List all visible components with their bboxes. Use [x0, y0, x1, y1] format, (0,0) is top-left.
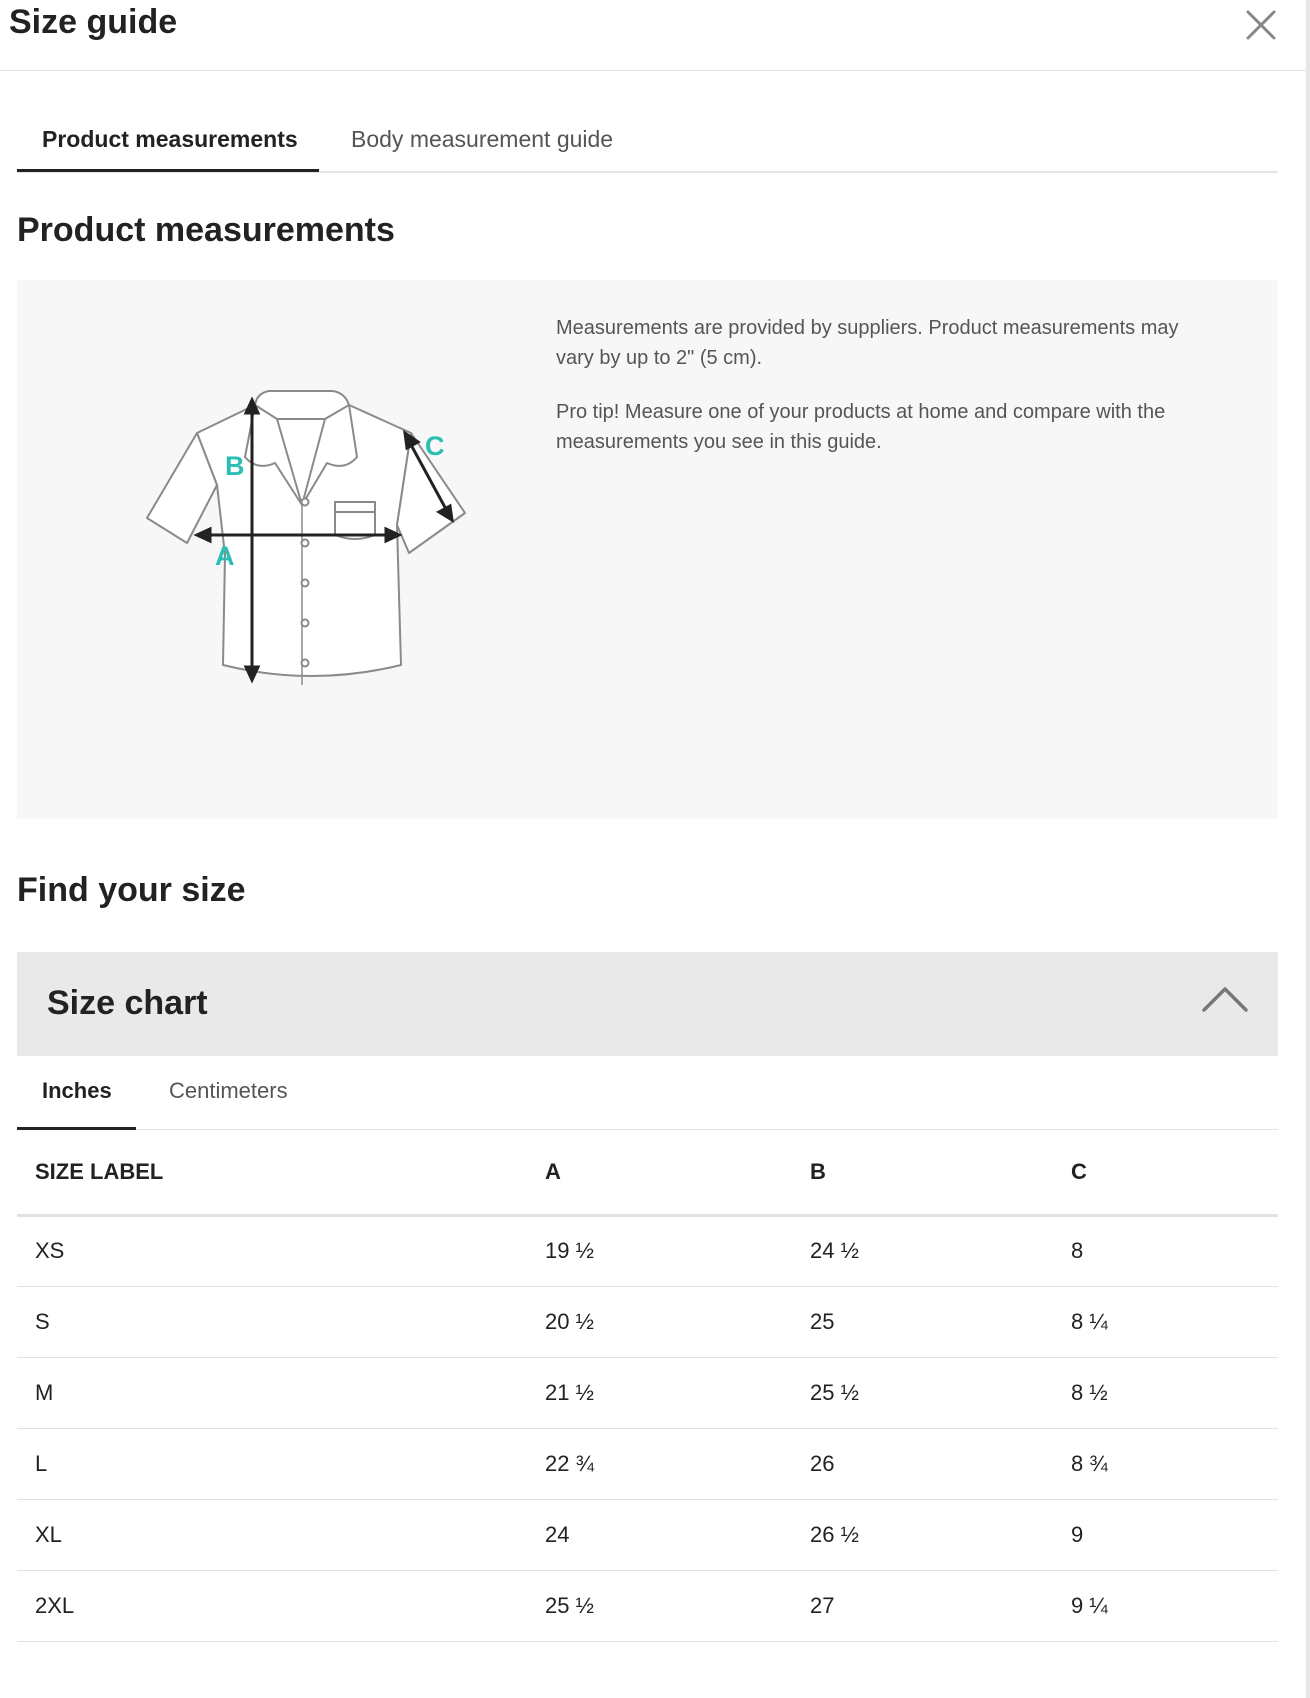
- active-unit-indicator: [17, 1127, 136, 1130]
- measurement-b-cell: 25 ½: [792, 1357, 1053, 1429]
- measurement-c-cell: 8 ¾: [1053, 1428, 1278, 1500]
- measurement-info-panel: B A C Measurements are provided by suppl…: [17, 280, 1278, 819]
- measurement-notes: Measurements are provided by suppliers. …: [556, 313, 1216, 481]
- supplier-note: Measurements are provided by suppliers. …: [556, 317, 1179, 369]
- measurement-a-cell: 19 ½: [527, 1215, 792, 1287]
- table-row: M 21 ½ 25 ½ 8 ½: [17, 1357, 1278, 1429]
- table-header-row: SIZE LABEL A B C: [17, 1131, 1278, 1217]
- guide-tabs: Product measurements Body measurement gu…: [17, 71, 1278, 173]
- size-label-cell: XS: [17, 1215, 527, 1287]
- table-row: XS 19 ½ 24 ½ 8: [17, 1215, 1278, 1287]
- active-tab-indicator: [17, 169, 319, 172]
- size-chart-table: SIZE LABEL A B C XS 19 ½ 24 ½ 8 S 20 ½ 2…: [17, 1131, 1278, 1642]
- size-label-cell: M: [17, 1357, 527, 1429]
- find-your-size-heading: Find your size: [17, 871, 246, 909]
- measurement-b-cell: 27: [792, 1570, 1053, 1642]
- size-label-cell: XL: [17, 1499, 527, 1571]
- measurement-c-cell: 8: [1053, 1215, 1278, 1287]
- size-label-cell: 2XL: [17, 1570, 527, 1642]
- scroll-edge: [1306, 0, 1310, 1698]
- size-label-cell: S: [17, 1286, 527, 1358]
- table-row: L 22 ¾ 26 8 ¾: [17, 1428, 1278, 1500]
- column-header: A: [527, 1131, 792, 1217]
- tab-body-measurement-guide[interactable]: Body measurement guide: [351, 121, 613, 157]
- measurement-a-cell: 25 ½: [527, 1570, 792, 1642]
- measurement-c-cell: 9: [1053, 1499, 1278, 1571]
- measurement-a-cell: 21 ½: [527, 1357, 792, 1429]
- size-chart-title: Size chart: [47, 984, 208, 1022]
- chevron-up-icon[interactable]: [1200, 982, 1250, 1021]
- close-icon[interactable]: [1242, 6, 1280, 44]
- table-row: XL 24 26 ½ 9: [17, 1499, 1278, 1571]
- pro-tip: Pro tip! Measure one of your products at…: [556, 401, 1166, 453]
- column-header: C: [1053, 1131, 1278, 1217]
- tab-product-measurements[interactable]: Product measurements: [42, 121, 298, 157]
- product-measurements-heading: Product measurements: [17, 211, 395, 249]
- measurement-b-cell: 24 ½: [792, 1215, 1053, 1287]
- measurement-c-cell: 9 ¼: [1053, 1570, 1278, 1642]
- measurement-c-cell: 8 ¼: [1053, 1286, 1278, 1358]
- measurement-b-cell: 26 ½: [792, 1499, 1053, 1571]
- label-a: A: [215, 541, 235, 571]
- label-c: C: [425, 431, 445, 461]
- measurement-b-cell: 25: [792, 1286, 1053, 1358]
- size-chart-accordion[interactable]: Size chart: [17, 952, 1278, 1056]
- tab-centimeters[interactable]: Centimeters: [169, 1075, 288, 1107]
- size-label-cell: L: [17, 1428, 527, 1500]
- measurement-b-cell: 26: [792, 1428, 1053, 1500]
- size-guide-modal: Size guide Product measurements Body mea…: [0, 0, 1310, 1698]
- column-header: SIZE LABEL: [17, 1131, 527, 1217]
- table-row: S 20 ½ 25 8 ¼: [17, 1286, 1278, 1358]
- measurement-a-cell: 22 ¾: [527, 1428, 792, 1500]
- table-row: 2XL 25 ½ 27 9 ¼: [17, 1570, 1278, 1642]
- measurement-c-cell: 8 ½: [1053, 1357, 1278, 1429]
- modal-title: Size guide: [9, 3, 178, 41]
- tab-inches[interactable]: Inches: [42, 1075, 112, 1107]
- modal-header: Size guide: [0, 0, 1306, 71]
- unit-tabs: Inches Centimeters: [17, 1056, 1278, 1130]
- measurement-a-cell: 20 ½: [527, 1286, 792, 1358]
- column-header: B: [792, 1131, 1053, 1217]
- measurement-a-cell: 24: [527, 1499, 792, 1571]
- shirt-diagram: B A C: [127, 375, 477, 730]
- label-b: B: [225, 451, 245, 481]
